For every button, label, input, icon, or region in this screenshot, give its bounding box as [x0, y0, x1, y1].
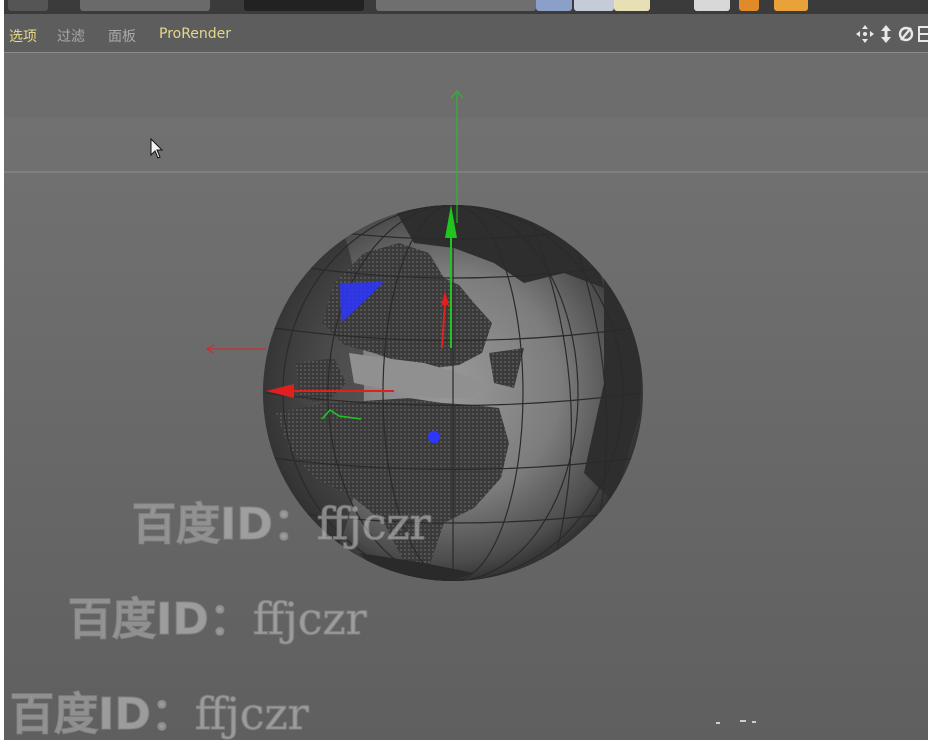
- watermark-prefix: 百度ID：: [67, 593, 253, 646]
- top-toolbar: [4, 0, 928, 14]
- move-view-icon[interactable]: [855, 24, 875, 44]
- watermark-3: 百度ID：ffjczr: [9, 678, 309, 740]
- menu-prorender[interactable]: ProRender: [159, 26, 231, 42]
- watermark-prefix: 百度ID：: [9, 688, 195, 740]
- menu-filter[interactable]: 过滤: [57, 26, 85, 46]
- toolbar-button-1[interactable]: [8, 0, 48, 11]
- toolbar-button-3[interactable]: [376, 0, 536, 11]
- toolbar-button-4[interactable]: [536, 0, 572, 11]
- toolbar-button-9[interactable]: [774, 0, 808, 11]
- 3d-viewport[interactable]: 百度ID：ffjczr 百度ID：ffjczr 百度ID：ffjczr: [4, 53, 928, 740]
- menu-panel[interactable]: 面板: [108, 26, 136, 46]
- watermark-1: 百度ID：ffjczr: [131, 488, 431, 552]
- viewport-nav-icons: [855, 23, 928, 45]
- c4d-editor-window: 选项 过滤 面板 ProRender 百度ID：ffjczr 百度ID：ffjc…: [4, 0, 928, 740]
- toolbar-button-2[interactable]: [80, 0, 210, 11]
- watermark-handle: ffjczr: [194, 688, 309, 740]
- toolbar-button-8[interactable]: [739, 0, 759, 11]
- toggle-layout-icon[interactable]: [918, 24, 928, 44]
- rotate-view-icon[interactable]: [897, 24, 915, 44]
- toolbar-button-5[interactable]: [574, 0, 614, 11]
- dolly-view-icon[interactable]: [878, 24, 894, 44]
- watermark-handle: ffjczr: [316, 498, 431, 551]
- menu-options[interactable]: 选项: [9, 26, 37, 46]
- watermark-handle: ffjczr: [252, 593, 367, 646]
- viewport-corner-marks: [716, 720, 756, 724]
- mouse-cursor-icon: [150, 137, 164, 159]
- render-button[interactable]: [244, 0, 364, 11]
- watermark-prefix: 百度ID：: [131, 498, 317, 551]
- toolbar-button-7[interactable]: [694, 0, 730, 11]
- watermark-2: 百度ID：ffjczr: [67, 583, 367, 647]
- toolbar-button-6[interactable]: [614, 0, 650, 11]
- viewport-menubar: 选项 过滤 面板 ProRender: [4, 14, 928, 53]
